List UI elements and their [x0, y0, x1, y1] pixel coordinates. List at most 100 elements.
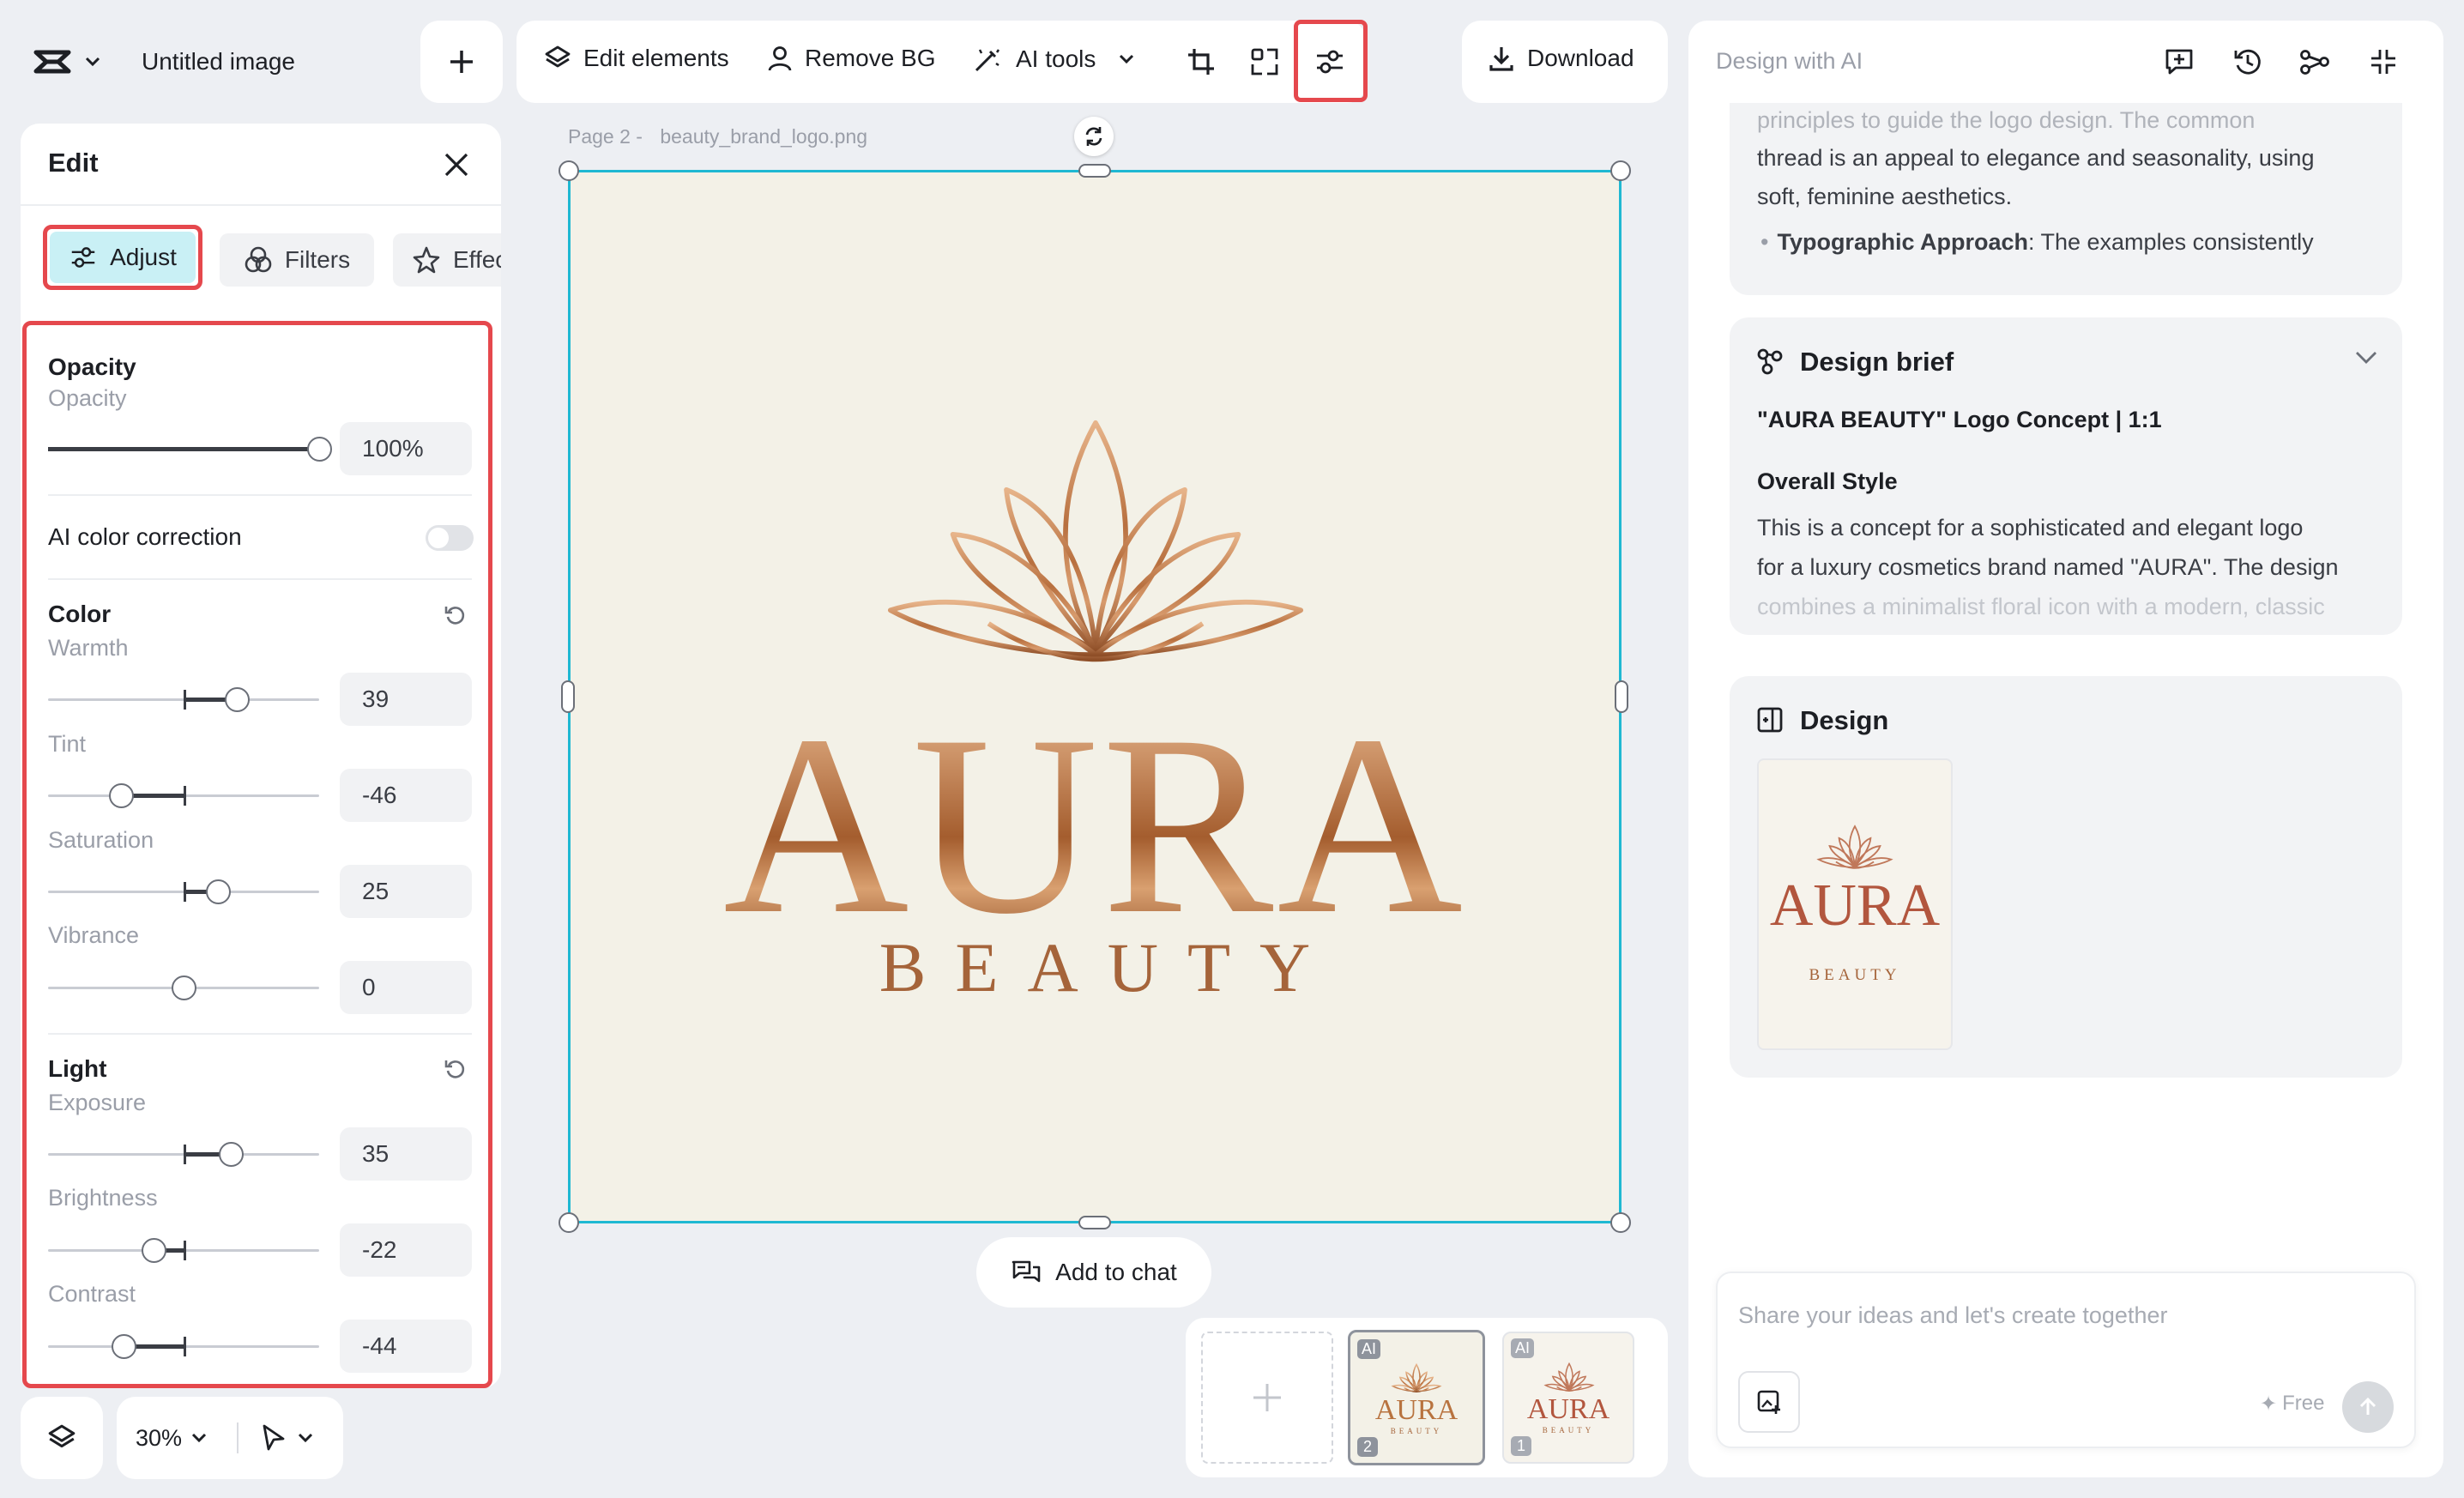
resize-handle-right[interactable] — [1615, 680, 1628, 713]
chat-bubbles-icon — [1012, 1260, 1041, 1283]
tint-value[interactable]: -46 — [340, 769, 472, 822]
lotus-logo-icon — [1544, 1362, 1594, 1392]
tab-filters[interactable]: Filters — [220, 233, 374, 287]
add-to-chat-button[interactable]: Add to chat — [976, 1237, 1211, 1308]
add-page-thumbnail-button[interactable] — [1201, 1332, 1333, 1464]
page-label: Page 2 - beauty_brand_logo.png — [568, 125, 867, 148]
warmth-value[interactable]: 39 — [340, 673, 472, 726]
page-number-badge: 2 — [1357, 1437, 1379, 1457]
free-label: Free — [2282, 1392, 2325, 1415]
chevron-down-icon — [298, 1433, 313, 1443]
tab-adjust[interactable]: Adjust — [50, 232, 196, 283]
slider-handle[interactable] — [142, 1238, 166, 1263]
history-button[interactable] — [2229, 43, 2267, 81]
close-edit-panel-button[interactable] — [438, 146, 475, 184]
resize-handle-top-right[interactable] — [1610, 160, 1631, 181]
edit-panel-title: Edit — [48, 148, 99, 178]
lotus-logo-icon — [1817, 825, 1893, 869]
layers-button[interactable] — [21, 1397, 103, 1479]
ai-tools-button[interactable]: AI tools — [973, 45, 1135, 74]
divider — [48, 494, 472, 496]
tab-effects-label: Effects — [453, 246, 501, 273]
design-thumb-title: AURA — [1769, 873, 1941, 939]
resize-handle-left[interactable] — [561, 680, 575, 713]
saturation-value[interactable]: 25 — [340, 865, 472, 918]
brightness-slider[interactable] — [48, 1238, 319, 1263]
remove-bg-button[interactable]: Remove BG — [767, 45, 936, 72]
tab-effects[interactable]: Effects — [393, 233, 501, 287]
lotus-logo-icon — [1392, 1363, 1441, 1392]
warmth-slider[interactable] — [48, 687, 319, 712]
slider-handle[interactable] — [172, 976, 196, 1000]
design-result-thumbnail[interactable]: AURA BEAUTY — [1757, 758, 1953, 1050]
zoom-dropdown[interactable]: 30% — [136, 1416, 208, 1460]
document-title[interactable]: Untitled image — [142, 48, 295, 76]
person-icon — [768, 46, 792, 71]
brief-expand-button[interactable] — [2354, 350, 2378, 365]
collapse-panel-button[interactable] — [2364, 43, 2402, 81]
resize-handle-bottom-right[interactable] — [1610, 1212, 1631, 1233]
slider-handle[interactable] — [112, 1334, 136, 1359]
history-icon — [2234, 49, 2261, 75]
send-button[interactable] — [2342, 1381, 2394, 1433]
contrast-slider[interactable] — [48, 1334, 319, 1359]
attach-image-button[interactable] — [1738, 1371, 1800, 1433]
new-chat-button[interactable] — [2160, 43, 2198, 81]
app-logo-menu[interactable] — [33, 43, 101, 81]
tint-label: Tint — [48, 731, 87, 757]
resize-handle-top-left[interactable] — [559, 160, 579, 181]
download-content: Download — [1488, 45, 1634, 72]
ai-color-correction-toggle[interactable] — [426, 525, 474, 551]
pointer-tool-dropdown[interactable] — [261, 1416, 314, 1460]
crop-button[interactable] — [1182, 43, 1220, 81]
contrast-value[interactable]: -44 — [340, 1320, 472, 1373]
summary-line: principles to guide the logo design. The… — [1757, 107, 2256, 133]
rotate-handle[interactable] — [1074, 117, 1114, 156]
slider-handle[interactable] — [307, 437, 332, 462]
new-chat-icon — [2165, 49, 2193, 75]
vibrance-slider[interactable] — [48, 976, 319, 1000]
vibrance-value[interactable]: 0 — [340, 961, 472, 1014]
opacity-value[interactable]: 100% — [340, 422, 472, 475]
tint-slider[interactable] — [48, 783, 319, 808]
resize-handle-bottom[interactable] — [1078, 1216, 1111, 1229]
exposure-value[interactable]: 35 — [340, 1127, 472, 1181]
resize-handle-bottom-left[interactable] — [559, 1212, 579, 1233]
slider-handle[interactable] — [219, 1142, 244, 1167]
slider-handle[interactable] — [206, 879, 231, 904]
exposure-slider[interactable] — [48, 1142, 319, 1167]
page-thumbnail-2[interactable]: AURA BEAUTY AI 2 — [1348, 1330, 1485, 1465]
adjust-button[interactable] — [1311, 43, 1349, 81]
exposure-label: Exposure — [48, 1090, 147, 1115]
zoom-level: 30% — [136, 1424, 183, 1451]
chat-input[interactable]: Share your ideas and let's create togeth… — [1738, 1302, 2390, 1329]
canvas-image[interactable]: AURA BEAUTY — [568, 170, 1622, 1223]
thumb-subtitle: BEAUTY — [1542, 1426, 1595, 1435]
sparkle-icon: ✦ — [2260, 1392, 2278, 1416]
slider-handle[interactable] — [109, 783, 134, 808]
resize-handle-top[interactable] — [1078, 164, 1111, 178]
add-page-button[interactable] — [420, 21, 503, 103]
opacity-slider[interactable] — [48, 437, 332, 462]
chevron-down-icon — [2356, 352, 2376, 364]
sliders-icon — [1317, 50, 1343, 74]
saturation-slider[interactable] — [48, 879, 319, 904]
sparkle-star-icon — [413, 246, 440, 274]
page-thumbnail-1[interactable]: AURA BEAUTY AI 1 — [1502, 1332, 1634, 1464]
brief-nodes-icon — [1757, 348, 1783, 375]
edit-elements-label: Edit elements — [583, 45, 729, 71]
chevron-down-icon — [191, 1433, 207, 1443]
file-name: beauty_brand_logo.png — [660, 125, 868, 148]
light-reset-button[interactable] — [441, 1054, 470, 1084]
edit-elements-button[interactable]: Edit elements — [544, 45, 729, 72]
brightness-value[interactable]: -22 — [340, 1223, 472, 1277]
scan-icon — [1251, 48, 1278, 76]
smart-select-button[interactable] — [1246, 43, 1283, 81]
vibrance-label: Vibrance — [48, 922, 140, 948]
share-button[interactable] — [2296, 43, 2334, 81]
slider-handle[interactable] — [225, 687, 250, 712]
thumb-title: AURA — [1374, 1394, 1458, 1426]
design-brief-card: Design brief "AURA BEAUTY" Logo Concept … — [1730, 317, 2402, 635]
color-reset-button[interactable] — [441, 601, 470, 630]
brief-style-heading: Overall Style — [1757, 468, 1898, 494]
